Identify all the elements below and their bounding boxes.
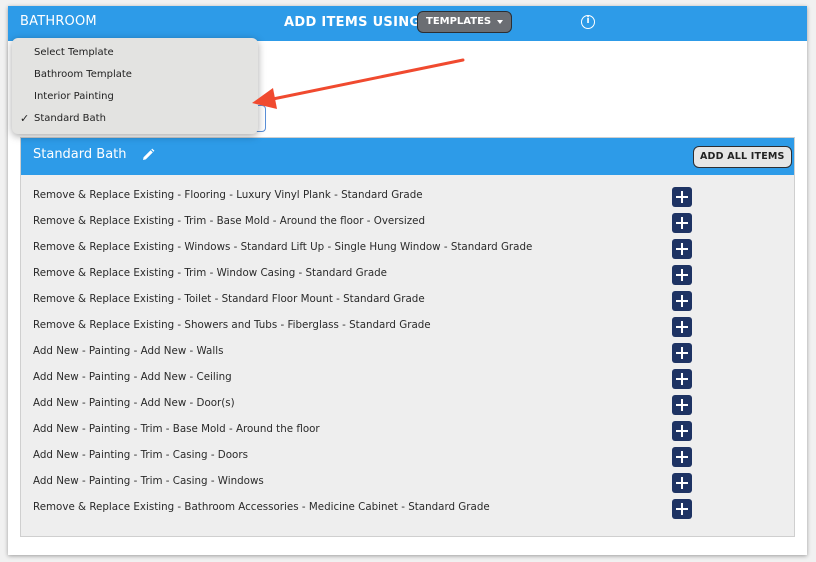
templates-button-label: TEMPLATES (426, 16, 492, 27)
add-item-plus-icon[interactable] (672, 265, 692, 285)
template-item-row: Remove & Replace Existing - Toilet - Sta… (21, 291, 794, 317)
template-item-label: Remove & Replace Existing - Showers and … (33, 319, 431, 331)
template-item-row: Add New - Painting - Trim - Casing - Win… (21, 473, 794, 499)
template-section: Standard Bath ADD ALL ITEMS Remove & Rep… (20, 137, 795, 537)
template-item-row: Add New - Painting - Trim - Casing - Doo… (21, 447, 794, 473)
template-item-row: Add New - Painting - Add New - Walls (21, 343, 794, 369)
template-item-label: Remove & Replace Existing - Flooring - L… (33, 189, 423, 201)
add-item-plus-icon[interactable] (672, 395, 692, 415)
add-all-items-button[interactable]: ADD ALL ITEMS (693, 146, 792, 168)
room-title: BATHROOM (20, 14, 97, 29)
template-item-label: Add New - Painting - Add New - Door(s) (33, 397, 235, 409)
template-item-row: Remove & Replace Existing - Trim - Base … (21, 213, 794, 239)
template-option[interactable]: ✓ Standard Bath (12, 108, 258, 130)
template-option[interactable]: Interior Painting (12, 86, 258, 108)
template-item-row: Add New - Painting - Add New - Door(s) (21, 395, 794, 421)
template-option[interactable]: Select Template (12, 42, 258, 64)
template-item-label: Remove & Replace Existing - Trim - Base … (33, 215, 425, 227)
template-option-label: Select Template (34, 47, 114, 58)
template-item-label: Add New - Painting - Trim - Casing - Doo… (33, 449, 248, 461)
add-item-plus-icon[interactable] (672, 421, 692, 441)
add-items-using-label: ADD ITEMS USING: (284, 15, 426, 30)
templates-dropdown-button[interactable]: TEMPLATES (417, 11, 513, 33)
room-header-bar: BATHROOM ADD ITEMS USING: TEMPLATES i (8, 6, 807, 41)
template-item-row: Add New - Painting - Trim - Base Mold - … (21, 421, 794, 447)
add-item-plus-icon[interactable] (672, 343, 692, 363)
template-item-row: Add New - Painting - Add New - Ceiling (21, 369, 794, 395)
template-item-label: Remove & Replace Existing - Toilet - Sta… (33, 293, 425, 305)
template-item-row: Remove & Replace Existing - Showers and … (21, 317, 794, 343)
template-item-row: Remove & Replace Existing - Bathroom Acc… (21, 499, 794, 525)
template-item-row: Remove & Replace Existing - Flooring - L… (21, 187, 794, 213)
template-section-header: Standard Bath ADD ALL ITEMS (21, 138, 794, 175)
template-option-label: Standard Bath (34, 113, 106, 124)
add-item-plus-icon[interactable] (672, 291, 692, 311)
add-item-plus-icon[interactable] (672, 187, 692, 207)
add-item-plus-icon[interactable] (672, 369, 692, 389)
template-option[interactable]: Bathroom Template (12, 64, 258, 86)
template-item-label: Remove & Replace Existing - Trim - Windo… (33, 267, 388, 279)
info-icon[interactable]: i (581, 15, 595, 29)
add-item-plus-icon[interactable] (672, 213, 692, 233)
template-item-label: Add New - Painting - Trim - Base Mold - … (33, 423, 320, 435)
template-option-label: Interior Painting (34, 91, 114, 102)
check-icon: ✓ (20, 112, 30, 125)
add-item-plus-icon[interactable] (672, 473, 692, 493)
template-option-label: Bathroom Template (34, 69, 132, 80)
caret-down-icon (497, 20, 504, 24)
add-item-plus-icon[interactable] (672, 447, 692, 467)
add-item-plus-icon[interactable] (672, 239, 692, 259)
template-item-label: Remove & Replace Existing - Bathroom Acc… (33, 501, 490, 513)
template-item-row: Remove & Replace Existing - Trim - Windo… (21, 265, 794, 291)
template-item-label: Remove & Replace Existing - Windows - St… (33, 241, 533, 253)
add-item-plus-icon[interactable] (672, 499, 692, 519)
template-item-label: Add New - Painting - Add New - Walls (33, 345, 224, 357)
template-dropdown-menu: Select Template Bathroom Template Interior… (12, 38, 258, 134)
template-item-row: Remove & Replace Existing - Windows - St… (21, 239, 794, 265)
add-item-plus-icon[interactable] (672, 317, 692, 337)
template-item-label: Add New - Painting - Trim - Casing - Win… (33, 475, 264, 487)
template-item-label: Add New - Painting - Add New - Ceiling (33, 371, 232, 383)
template-title: Standard Bath (33, 147, 127, 162)
pencil-icon[interactable] (141, 148, 155, 162)
